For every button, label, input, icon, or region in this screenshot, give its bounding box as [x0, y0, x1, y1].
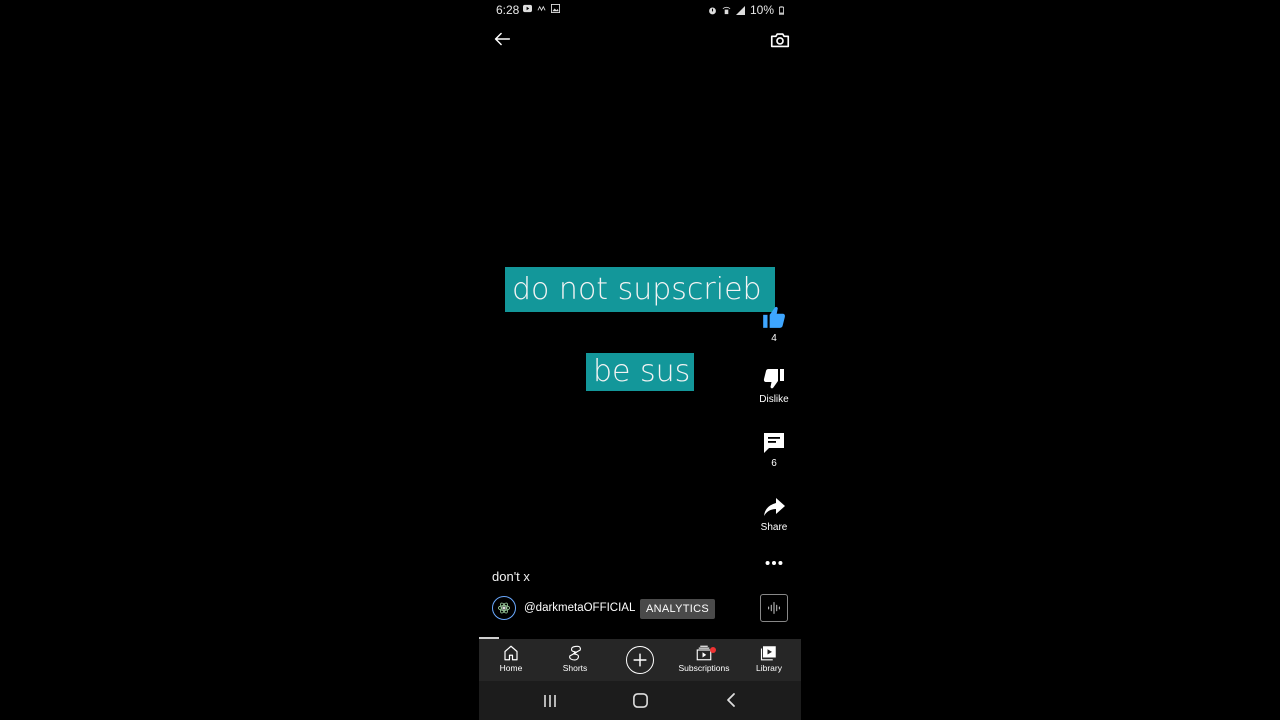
notification-dot: [710, 647, 716, 653]
like-button[interactable]: 4: [747, 304, 801, 344]
shorts-icon: [569, 645, 581, 661]
channel-name[interactable]: @darkmetaOFFICIAL: [524, 602, 635, 614]
share-button[interactable]: Share: [747, 495, 801, 533]
nav-home-label: Home: [499, 663, 523, 673]
video-caption-1: do not supscrieb: [505, 267, 775, 312]
comment-count: 6: [771, 458, 777, 469]
nav-shorts-label: Shorts: [562, 663, 588, 673]
dislike-label: Dislike: [759, 394, 789, 405]
alarm-icon: [709, 7, 716, 14]
android-nav-bar: [479, 681, 801, 720]
nav-library-label: Library: [756, 663, 782, 673]
thumbs-up-icon: [763, 306, 785, 328]
nav-subscriptions-label: Subscriptions: [678, 663, 730, 673]
nav-subscriptions[interactable]: Subscriptions: [672, 644, 736, 673]
camera-icon: [770, 33, 790, 48]
status-bar: 6:28 10%: [479, 0, 801, 20]
battery-icon: [779, 5, 784, 15]
cell-signal-icon: [735, 5, 745, 15]
comments-button[interactable]: 6: [747, 431, 801, 469]
sound-button[interactable]: [760, 594, 788, 622]
phone-screen: 6:28 10% do not supscrieb be sus 4 Disli…: [479, 0, 801, 720]
comment-icon: [764, 433, 784, 453]
home-system-button[interactable]: [632, 692, 649, 709]
more-dots-icon: [765, 560, 783, 566]
dislike-button[interactable]: Dislike: [747, 367, 801, 405]
thumbs-down-icon: [763, 369, 784, 389]
back-system-button[interactable]: [723, 692, 739, 708]
nav-shorts[interactable]: Shorts: [543, 644, 607, 673]
nav-home[interactable]: Home: [479, 644, 543, 673]
analytics-button[interactable]: ANALYTICS: [640, 599, 715, 619]
battery-percent: 10%: [749, 3, 774, 17]
status-time: 6:28: [496, 3, 520, 17]
recent-apps-button[interactable]: [542, 693, 558, 709]
atom-logo-icon: [498, 602, 510, 614]
back-arrow-icon: [494, 32, 511, 46]
back-button[interactable]: [491, 28, 513, 50]
library-icon: [760, 646, 776, 661]
share-label: Share: [760, 522, 788, 533]
channel-avatar[interactable]: [492, 596, 516, 620]
plus-icon: [633, 653, 647, 667]
like-count: 4: [771, 333, 777, 344]
share-icon: [764, 498, 785, 516]
video-caption-2: be sus: [586, 353, 694, 391]
status-system-icons: 10%: [708, 3, 784, 17]
video-title[interactable]: don't x: [492, 569, 530, 584]
signal-wave-icon: [537, 5, 546, 12]
status-notification-icons: [523, 4, 560, 13]
camera-button[interactable]: [769, 29, 791, 51]
gallery-icon: [551, 4, 560, 13]
bottom-nav: Home Shorts Subscriptions Library: [479, 639, 801, 681]
audio-wave-icon: [768, 602, 780, 614]
nav-library[interactable]: Library: [737, 644, 801, 673]
create-button[interactable]: [626, 646, 654, 674]
wifi-calling-icon: [722, 6, 731, 14]
more-options-button[interactable]: [747, 557, 801, 569]
home-icon: [504, 645, 518, 661]
youtube-notification-icon: [523, 4, 532, 13]
